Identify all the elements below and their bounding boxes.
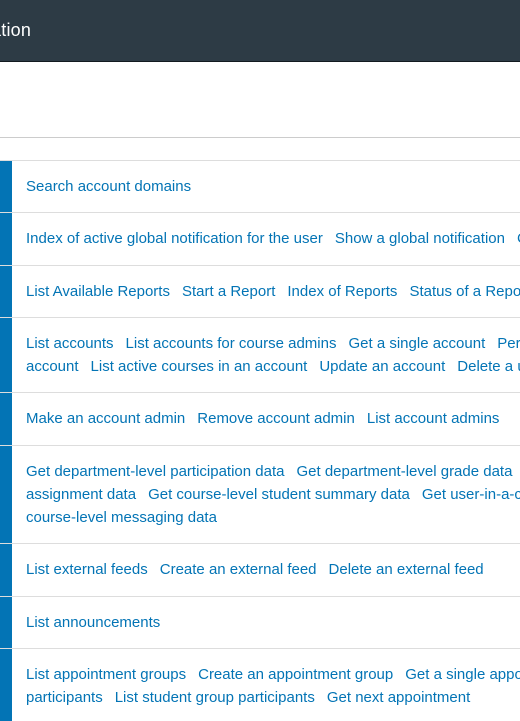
resource-link[interactable]: List accounts for course admins xyxy=(126,335,337,352)
row-cell: Make an account admin Remove account admi… xyxy=(12,393,513,444)
row-spine xyxy=(0,213,12,264)
row-cell: List announcements xyxy=(12,597,174,648)
resource-link[interactable]: Make an account admin xyxy=(26,410,185,427)
resource-link[interactable]: Search account domains xyxy=(26,178,191,195)
resource-link[interactable]: Get a single appointment xyxy=(405,666,520,683)
resource-link[interactable]: Index of active global notification for … xyxy=(26,230,323,247)
resource-link[interactable]: Start a Report xyxy=(182,283,275,300)
table-gap xyxy=(0,138,520,160)
table-row: Make an account admin Remove account admi… xyxy=(0,392,520,445)
resource-link[interactable]: List appointment groups xyxy=(26,666,186,683)
topbar: umentation xyxy=(0,0,520,62)
resource-link[interactable]: Get department-level grade data xyxy=(296,463,512,480)
resource-link[interactable]: List accounts xyxy=(26,335,114,352)
resource-link[interactable]: Show a global notification xyxy=(335,230,505,247)
row-spine xyxy=(0,266,12,317)
resource-link[interactable]: Get user-in-a-course-le xyxy=(422,486,520,503)
resource-link[interactable]: Index of Reports xyxy=(287,283,397,300)
table-row: Get department-level participation data G… xyxy=(0,445,520,545)
resource-link[interactable]: Delete a user from xyxy=(457,358,520,375)
row-spine xyxy=(0,161,12,212)
resource-link[interactable]: Get a single account xyxy=(348,335,485,352)
table-row: Index of active global notification for … xyxy=(0,212,520,265)
resource-link[interactable]: List announcements xyxy=(26,614,160,631)
resource-link[interactable]: List student group participants xyxy=(115,689,315,706)
resource-link[interactable]: List active courses in an account xyxy=(91,358,308,375)
row-spine xyxy=(0,446,12,544)
row-spine xyxy=(0,649,12,721)
topbar-title: umentation xyxy=(0,20,31,41)
resource-link[interactable]: Delete an external feed xyxy=(329,561,484,578)
resource-link[interactable]: Get course-level student summary data xyxy=(148,486,410,503)
resource-link[interactable]: Remove account admin xyxy=(197,410,355,427)
row-spine xyxy=(0,597,12,648)
row-cell: List accounts List accounts for course ad… xyxy=(12,318,520,393)
row-cell: Get department-level participation data G… xyxy=(12,446,520,544)
resource-link[interactable]: List external feeds xyxy=(26,561,148,578)
resource-link[interactable]: Status of a Report xyxy=(409,283,520,300)
resource-link[interactable]: Get next appointment xyxy=(327,689,470,706)
row-spine xyxy=(0,393,12,444)
row-cell: List external feeds Create an external fe… xyxy=(12,544,498,595)
table-row: List appointment groups Create an appoint… xyxy=(0,648,520,721)
resource-link[interactable]: Permission xyxy=(497,335,520,352)
row-spine xyxy=(0,318,12,393)
resource-link[interactable]: account xyxy=(26,358,79,375)
resource-link[interactable]: Update an account xyxy=(319,358,445,375)
resource-link[interactable]: course-level messaging data xyxy=(26,509,217,526)
resource-link[interactable]: assignment data xyxy=(26,486,136,503)
table-row: List announcements xyxy=(0,596,520,649)
resource-link[interactable]: participants xyxy=(26,689,103,706)
table-row: List external feeds Create an external fe… xyxy=(0,543,520,596)
resource-link[interactable]: List account admins xyxy=(367,410,500,427)
page-title: sources xyxy=(0,84,520,137)
row-cell: Search account domains xyxy=(12,161,205,212)
row-cell: List Available Reports Start a Report Inde… xyxy=(12,266,520,317)
spacer xyxy=(0,62,520,84)
table-row: List accounts List accounts for course ad… xyxy=(0,317,520,394)
resource-table: Search account domains Index of active gl… xyxy=(0,160,520,721)
resource-link[interactable]: Create an appointment group xyxy=(198,666,393,683)
resource-link[interactable]: Create an external feed xyxy=(160,561,317,578)
resource-link[interactable]: Get department-level participation data xyxy=(26,463,284,480)
row-cell: Index of active global notification for … xyxy=(12,213,520,264)
resource-link[interactable]: List Available Reports xyxy=(26,283,170,300)
row-cell: List appointment groups Create an appoint… xyxy=(12,649,520,721)
row-spine xyxy=(0,544,12,595)
table-row: List Available Reports Start a Report Inde… xyxy=(0,265,520,318)
table-row: Search account domains xyxy=(0,160,520,213)
